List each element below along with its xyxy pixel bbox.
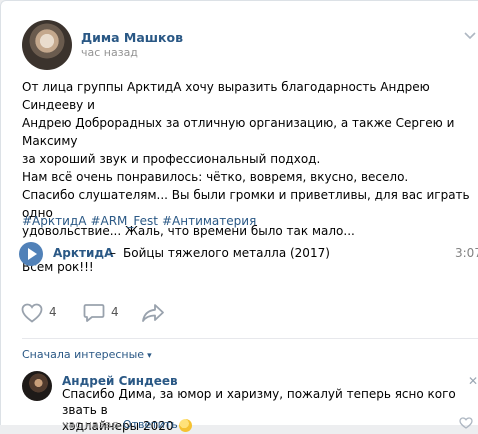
comment-line: Спасибо Дима, за юмор и харизму, пожалуй… bbox=[62, 387, 456, 417]
divider bbox=[22, 338, 478, 339]
post-line: за хороший звук и профессиональный подхо… bbox=[22, 152, 321, 166]
comment-icon bbox=[83, 304, 105, 322]
comment-button[interactable]: 4 bbox=[81, 301, 126, 325]
audio-duration: 3:07 bbox=[455, 246, 478, 260]
like-count: 4 bbox=[49, 305, 57, 319]
chevron-down-icon[interactable] bbox=[463, 31, 477, 41]
hashtag-link[interactable]: #Антиматерия bbox=[162, 214, 256, 228]
post-time[interactable]: час назад bbox=[81, 46, 138, 59]
hashtag-link[interactable]: #ARM_Fest bbox=[90, 214, 158, 228]
play-icon bbox=[28, 248, 37, 260]
hashtag-link[interactable]: #АрктидА bbox=[22, 214, 86, 228]
post-line: Андрею Доброрадных за отличную организац… bbox=[22, 116, 455, 148]
post-line: От лица группы АрктидА хочу выразить бла… bbox=[22, 80, 430, 112]
author-avatar[interactable] bbox=[22, 20, 72, 70]
smile-emoji bbox=[179, 419, 193, 432]
post-author[interactable]: Дима Машков bbox=[81, 30, 183, 45]
heart-icon[interactable] bbox=[459, 417, 473, 429]
audio-attachment[interactable]: АрктидА – Бойцы тяжелого металла (2017) … bbox=[19, 242, 478, 266]
like-button[interactable]: 4 bbox=[19, 301, 64, 325]
comments-sort[interactable]: Сначала интересные ▾ bbox=[22, 348, 152, 361]
post-line: Нам всё очень понравилось: чётко, воврем… bbox=[22, 170, 409, 184]
play-button[interactable] bbox=[19, 242, 43, 266]
audio-artist[interactable]: АрктидА bbox=[53, 246, 113, 260]
sort-label: Сначала интересные bbox=[22, 348, 145, 361]
share-button[interactable] bbox=[141, 301, 167, 325]
audio-title[interactable]: Бойцы тяжелого металла (2017) bbox=[123, 246, 330, 260]
share-icon bbox=[142, 304, 164, 322]
post-card: Дима Машков час назад От лица группы Арк… bbox=[0, 0, 478, 433]
comment-count: 4 bbox=[111, 305, 119, 319]
comment-avatar[interactable] bbox=[22, 371, 52, 401]
heart-icon bbox=[21, 303, 43, 323]
chevron-down-icon: ▾ bbox=[147, 351, 152, 361]
audio-separator: – bbox=[110, 246, 116, 260]
post-actions: 4 4 bbox=[19, 301, 478, 325]
hashtags: #АрктидА #ARM_Fest #Антиматерия bbox=[22, 212, 260, 230]
